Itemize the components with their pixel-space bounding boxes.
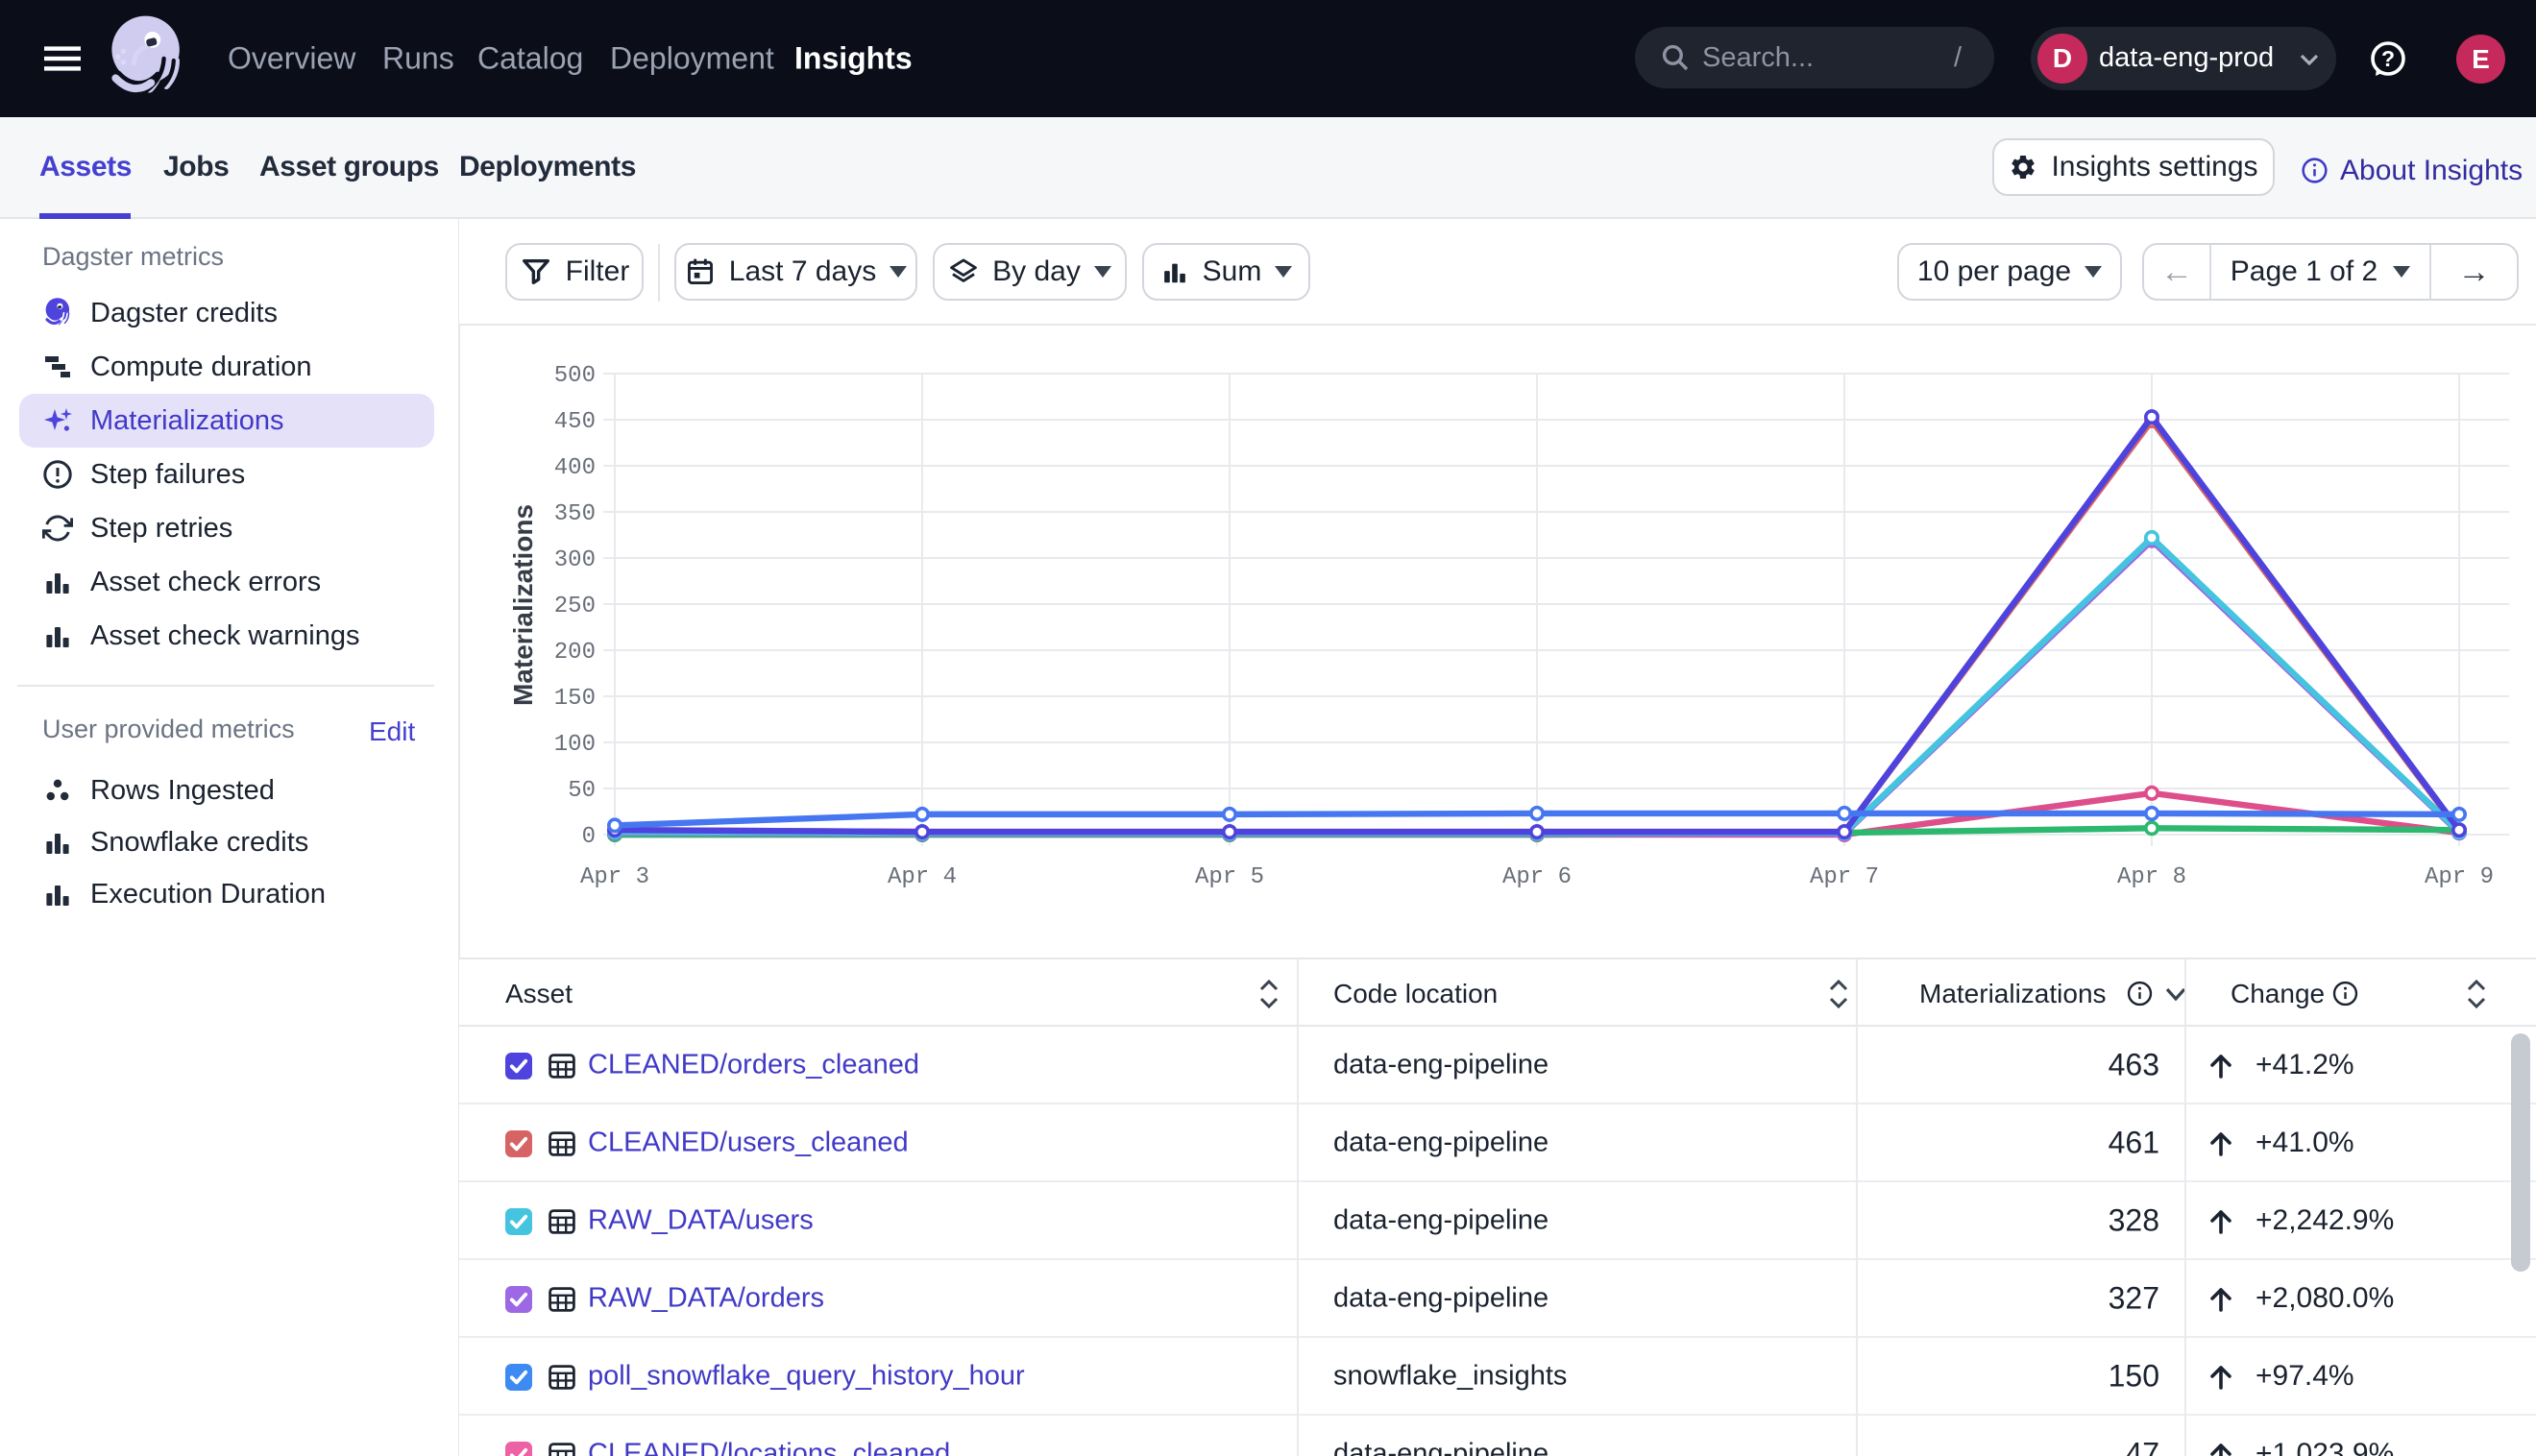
svg-text:150: 150 (554, 686, 596, 712)
svg-text:0: 0 (582, 824, 596, 850)
svg-text:200: 200 (554, 640, 596, 666)
svg-text:?: ? (2381, 46, 2395, 71)
svg-text:Apr 5: Apr 5 (1195, 864, 1264, 890)
svg-text:Apr 7: Apr 7 (1810, 864, 1879, 890)
svg-text:300: 300 (554, 547, 596, 573)
svg-text:400: 400 (554, 455, 596, 481)
svg-text:Apr 6: Apr 6 (1502, 864, 1572, 890)
svg-text:500: 500 (554, 363, 596, 389)
svg-text:Materializations: Materializations (508, 504, 538, 706)
svg-text:100: 100 (554, 732, 596, 758)
svg-text:Apr 4: Apr 4 (888, 864, 957, 890)
svg-text:250: 250 (554, 594, 596, 619)
svg-text:50: 50 (568, 778, 596, 804)
svg-text:450: 450 (554, 409, 596, 435)
svg-text:350: 350 (554, 501, 596, 527)
svg-text:Apr 8: Apr 8 (2117, 864, 2186, 890)
svg-text:Apr 9: Apr 9 (2425, 864, 2494, 890)
svg-text:Apr 3: Apr 3 (580, 864, 649, 890)
